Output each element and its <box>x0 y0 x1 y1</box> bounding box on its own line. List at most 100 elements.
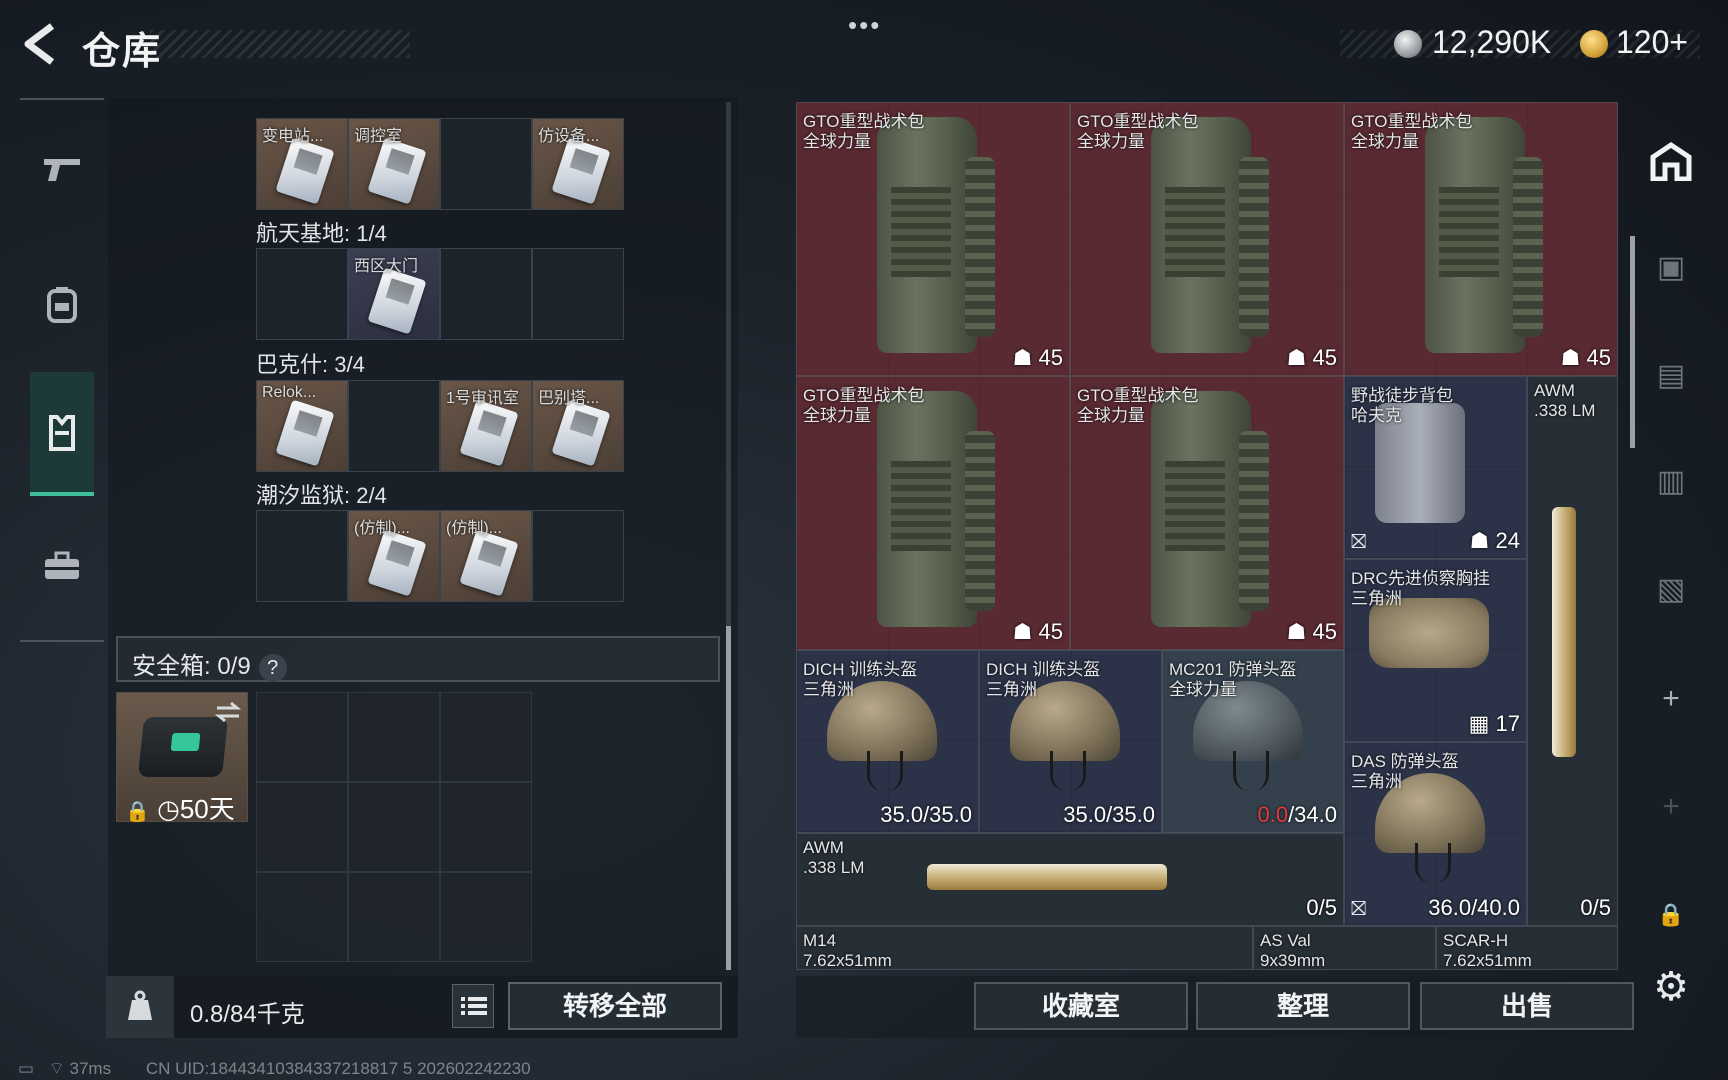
key-row-3: (仿制)... (仿制)... <box>256 510 624 602</box>
backpack-category-tab[interactable] <box>30 244 94 364</box>
inventory-item[interactable]: GTO重型战术包 全球力量 ☗ 45 <box>1344 102 1618 376</box>
inventory-item[interactable]: DAS 防弹头盔 三角洲 ⛝ 36.0/40.0 <box>1344 742 1527 926</box>
backpack-icon <box>47 287 77 323</box>
add-storage-button[interactable]: + <box>1642 670 1700 728</box>
backpack-image <box>1151 391 1269 627</box>
wifi-icon: ⌔ <box>48 1059 65 1078</box>
storage-tab-5[interactable]: ▧ <box>1642 560 1700 618</box>
key-slot-empty[interactable] <box>348 380 440 472</box>
keycard-icon <box>459 529 519 597</box>
safe-box-item[interactable]: 🔒 ◷50天 <box>116 692 248 824</box>
plus-icon: + <box>1662 682 1680 715</box>
key-group-label: 潮汐监狱: 2/4 <box>256 483 387 508</box>
inventory-item[interactable]: M14 7.62x51mm <box>796 926 1253 970</box>
safe-slot[interactable] <box>440 872 532 962</box>
silver-coin-icon <box>1394 30 1422 58</box>
keycard-icon <box>275 399 335 467</box>
add-storage-button-disabled: + <box>1642 778 1700 836</box>
warehouse-tab[interactable] <box>1642 132 1700 190</box>
key-slot[interactable]: 调控室 <box>348 118 440 210</box>
safe-slot[interactable] <box>348 782 440 872</box>
lock-button[interactable]: 🔒 <box>1642 886 1700 944</box>
inventory-item[interactable]: DRC先进侦察胸挂 三角洲 ▦ 17 <box>1344 559 1527 742</box>
armor-category-tab[interactable] <box>30 372 94 496</box>
keycard-icon <box>367 137 427 205</box>
sniper-rifle-image <box>927 864 1167 890</box>
storage-tab-2[interactable]: ▣ <box>1642 238 1700 296</box>
inventory-item[interactable]: GTO重型战术包 全球力量 ☗ 45 <box>1070 102 1344 376</box>
safe-slot[interactable] <box>348 872 440 962</box>
key-slot-empty[interactable] <box>532 248 624 340</box>
safe-slot[interactable] <box>256 782 348 872</box>
help-icon[interactable]: ? <box>258 654 287 682</box>
key-group-label: 航天基地: 1/4 <box>256 221 387 246</box>
key-row-0: 变电站... 调控室 仿设备... <box>256 118 624 210</box>
case-category-tab[interactable] <box>30 506 94 626</box>
collection-room-button[interactable]: 收藏室 <box>974 982 1188 1030</box>
vest-icon <box>49 415 75 451</box>
inventory-item[interactable]: 野战徒步背包 哈夫克 ⛝ ☗ 24 <box>1344 376 1527 559</box>
capacity-icon: ☗ <box>1286 619 1307 644</box>
organize-button[interactable]: 整理 <box>1196 982 1410 1030</box>
key-slot-empty[interactable] <box>440 118 532 210</box>
storage-2-icon: ▣ <box>1656 250 1686 284</box>
more-menu-icon[interactable]: ••• <box>848 10 881 41</box>
storage-tab-4[interactable]: ▥ <box>1642 452 1700 510</box>
key-slot-empty[interactable] <box>256 510 348 602</box>
safe-slot[interactable] <box>256 872 348 962</box>
keycard-icon <box>275 137 335 205</box>
back-arrow-icon[interactable] <box>18 18 62 70</box>
safe-slot[interactable] <box>440 782 532 872</box>
key-row-1: 西区大门 <box>256 248 624 340</box>
keycard-icon <box>551 137 611 205</box>
key-slot[interactable]: 仿设备... <box>532 118 624 210</box>
key-slot[interactable]: 巴别塔... <box>532 380 624 472</box>
inventory-item[interactable]: AWM .338 LM 0/5 <box>796 833 1344 926</box>
battery-icon: ▭ <box>18 1059 35 1078</box>
gold-currency-value[interactable]: 120+ <box>1616 24 1688 61</box>
weight-lock-button[interactable] <box>106 976 174 1038</box>
sell-button[interactable]: 出售 <box>1420 982 1634 1030</box>
safe-slot[interactable] <box>440 692 532 782</box>
no-insure-icon: ⛝ <box>1351 898 1367 920</box>
inventory-item[interactable]: AS Val 9x39mm <box>1253 926 1436 970</box>
inventory-item[interactable]: SCAR-H 7.62x51mm <box>1436 926 1618 970</box>
inventory-item[interactable]: GTO重型战术包 全球力量 ☗ 45 <box>1070 376 1344 650</box>
inventory-item[interactable]: AWM .338 LM 0/5 <box>1527 376 1618 926</box>
key-slot[interactable]: 变电站... <box>256 118 348 210</box>
inventory-scrollbar-thumb[interactable] <box>1630 236 1635 448</box>
key-slot[interactable]: (仿制)... <box>348 510 440 602</box>
storage-5-icon: ▧ <box>1656 572 1686 606</box>
storage-tab-3[interactable]: ▤ <box>1642 346 1700 404</box>
inventory-item[interactable]: DICH 训练头盔 三角洲 35.0/35.0 <box>979 650 1162 833</box>
settings-button[interactable]: ⚙ <box>1642 958 1700 1016</box>
inventory-item[interactable]: MC201 防弹头盔 全球力量 0.0/34.0 <box>1162 650 1344 833</box>
key-slot[interactable]: 1号审讯室 <box>440 380 532 472</box>
backpack-image <box>877 117 995 353</box>
list-view-button[interactable] <box>452 984 494 1028</box>
weapon-category-tab[interactable] <box>30 110 94 230</box>
clock-icon: ◷ <box>157 794 180 824</box>
inventory-item[interactable]: DICH 训练头盔 三角洲 35.0/35.0 <box>796 650 979 833</box>
key-slot[interactable]: Relok... <box>256 380 348 472</box>
backpack-image <box>877 391 995 627</box>
key-slot[interactable]: 西区大门 <box>348 248 440 340</box>
inventory-item[interactable]: GTO重型战术包 全球力量 ☗ 45 <box>796 102 1070 376</box>
capacity-icon: ☗ <box>1012 345 1033 370</box>
backpack-image <box>1151 117 1269 353</box>
transfer-all-button[interactable]: 转移全部 <box>508 982 722 1030</box>
key-slot-empty[interactable] <box>256 248 348 340</box>
key-slot-empty[interactable] <box>532 510 624 602</box>
capacity-icon: ☗ <box>1469 528 1490 553</box>
key-slot[interactable]: (仿制)... <box>440 510 532 602</box>
key-slot-empty[interactable] <box>440 248 532 340</box>
uid-text: CN UID:18443410384337218817 5 2026022422… <box>145 1059 531 1078</box>
keycard-icon <box>551 399 611 467</box>
left-scrollbar-thumb[interactable] <box>726 626 731 970</box>
keycard-icon <box>459 399 519 467</box>
safe-slot[interactable] <box>348 692 440 782</box>
inventory-item[interactable]: GTO重型战术包 全球力量 ☗ 45 <box>796 376 1070 650</box>
weight-value: 0.8/84千克 <box>190 1001 305 1028</box>
key-row-2: Relok... 1号审讯室 巴别塔... <box>256 380 624 472</box>
safe-slot[interactable] <box>256 692 348 782</box>
